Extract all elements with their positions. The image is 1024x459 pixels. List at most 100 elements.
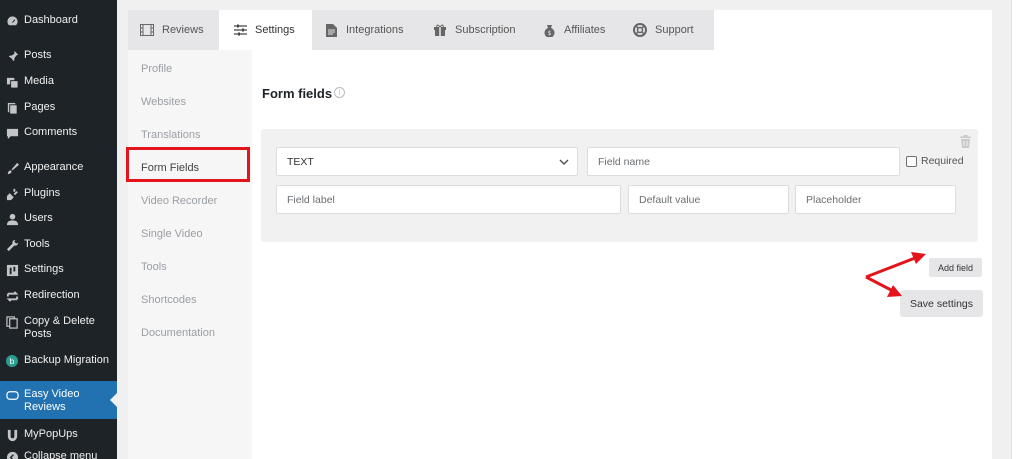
required-label: Required <box>921 155 964 167</box>
form-fields-highlight-box <box>126 147 250 182</box>
wp-menu-label: Comments <box>24 126 78 138</box>
field-type-value: TEXT <box>287 155 314 168</box>
wp-menu-pages[interactable]: Pages <box>0 101 117 117</box>
wp-menu-label: Copy & Delete Posts <box>24 315 95 340</box>
wp-menu-label: Backup Migration <box>24 354 109 366</box>
moneybag-icon: $ <box>542 23 556 37</box>
wp-menu-label: Appearance <box>24 161 84 173</box>
plugin-panel: Reviews Settings Integrations Subscripti… <box>126 10 992 459</box>
wp-menu-redirection[interactable]: Redirection <box>0 289 117 305</box>
tab-subscription[interactable]: Subscription <box>421 10 530 50</box>
default-value-placeholder: Default value <box>639 193 701 206</box>
video-icon <box>5 388 19 402</box>
wp-menu-label: Tools <box>24 238 50 250</box>
gift-icon <box>433 23 447 37</box>
field-name-placeholder: Field name <box>598 155 650 168</box>
wp-menu-label: Posts <box>24 49 52 61</box>
add-field-button[interactable]: Add field <box>929 258 982 277</box>
tab-reviews[interactable]: Reviews <box>128 10 219 50</box>
wp-menu-label: Redirection <box>24 289 80 301</box>
wrench-icon <box>5 238 19 252</box>
wp-menu-settings[interactable]: Settings <box>0 263 117 279</box>
collapse-icon <box>5 450 19 459</box>
pin-icon <box>5 49 19 63</box>
brush-icon <box>5 161 19 175</box>
scrollbar[interactable] <box>1011 0 1024 459</box>
required-checkbox[interactable]: Required <box>906 155 964 167</box>
redirect-icon <box>5 289 19 303</box>
form-field-card: TEXT Field name Required Field label Def… <box>261 129 978 242</box>
settings-icon <box>5 263 19 277</box>
field-type-select[interactable]: TEXT <box>276 147 578 176</box>
plugin-icon <box>5 187 19 201</box>
wp-menu-posts[interactable]: Posts <box>0 49 117 65</box>
wp-admin-sidebar: Dashboard Posts Media Pages Comments App… <box>0 0 117 459</box>
chevron-down-icon <box>559 157 569 169</box>
checkbox-square[interactable] <box>906 155 917 167</box>
dashboard-icon <box>5 14 19 28</box>
tab-bar: Reviews Settings Integrations Subscripti… <box>128 10 992 50</box>
backup-icon: b <box>5 354 19 368</box>
tab-label: Settings <box>255 24 295 36</box>
default-value-input[interactable]: Default value <box>628 185 789 214</box>
placeholder-input[interactable]: Placeholder <box>795 185 956 214</box>
user-icon <box>5 212 19 226</box>
tab-label: Support <box>655 24 694 36</box>
trash-icon[interactable] <box>960 135 971 153</box>
sliders-icon <box>233 23 247 37</box>
copy-icon <box>5 315 19 329</box>
subnav-single-video[interactable]: Single Video <box>141 228 203 240</box>
media-icon <box>5 75 19 89</box>
document-icon <box>324 23 338 37</box>
field-name-input[interactable]: Field name <box>587 147 900 176</box>
tab-settings[interactable]: Settings <box>219 10 312 50</box>
comment-icon <box>5 126 19 140</box>
subnav-video-recorder[interactable]: Video Recorder <box>141 195 217 207</box>
subnav-tools[interactable]: Tools <box>141 261 167 273</box>
save-settings-button[interactable]: Save settings <box>900 290 983 317</box>
placeholder-placeholder: Placeholder <box>806 193 862 206</box>
wp-menu-label: Collapse menu <box>24 450 98 459</box>
wp-menu-label: Dashboard <box>24 14 78 26</box>
wp-menu-appearance[interactable]: Appearance <box>0 161 117 177</box>
pages-icon <box>5 101 19 115</box>
field-label-input[interactable]: Field label <box>276 185 621 214</box>
popup-icon <box>5 428 19 442</box>
tab-label: Affiliates <box>564 24 606 36</box>
wp-menu-users[interactable]: Users <box>0 212 117 228</box>
wp-menu-backup-migration[interactable]: b Backup Migration <box>0 354 117 370</box>
tab-integrations[interactable]: Integrations <box>312 10 421 50</box>
wp-menu-plugins[interactable]: Plugins <box>0 187 117 203</box>
film-icon <box>140 23 154 37</box>
wp-menu-mypopups[interactable]: MyPopUps <box>0 428 117 444</box>
wp-menu-easy-video-reviews[interactable]: Easy Video Reviews <box>0 381 117 419</box>
subnav-translations[interactable]: Translations <box>141 129 201 141</box>
svg-text:$: $ <box>547 30 551 37</box>
wp-menu-label: Users <box>24 212 53 224</box>
subnav-profile[interactable]: Profile <box>141 63 172 75</box>
wp-menu-collapse[interactable]: Collapse menu <box>0 450 117 459</box>
wp-menu-label: MyPopUps <box>24 428 78 440</box>
tab-support[interactable]: Support <box>623 10 714 50</box>
wp-menu-media[interactable]: Media <box>0 75 117 91</box>
svg-text:b: b <box>9 357 14 366</box>
wp-menu-label: Pages <box>24 101 56 113</box>
wp-menu-copy-delete-posts[interactable]: Copy & Delete Posts <box>0 315 117 343</box>
wp-menu-label: Media <box>24 75 54 87</box>
subnav-documentation[interactable]: Documentation <box>141 327 215 339</box>
wp-menu-dashboard[interactable]: Dashboard <box>0 14 117 30</box>
subnav-shortcodes[interactable]: Shortcodes <box>141 294 197 306</box>
wp-menu-comments[interactable]: Comments <box>0 126 117 142</box>
wp-menu-label: Plugins <box>24 187 61 199</box>
wp-menu-label: Settings <box>24 263 64 275</box>
tab-label: Subscription <box>455 24 516 36</box>
field-label-placeholder: Field label <box>287 193 335 206</box>
subnav-websites[interactable]: Websites <box>141 96 186 108</box>
tab-affiliates[interactable]: $ Affiliates <box>530 10 623 50</box>
wp-menu-label: Easy Video Reviews <box>24 388 80 413</box>
wp-menu-tools[interactable]: Tools <box>0 238 117 254</box>
tab-label: Integrations <box>346 24 404 36</box>
info-icon[interactable]: i <box>334 87 345 98</box>
tab-label: Reviews <box>162 24 204 36</box>
page-title: Form fields <box>262 86 333 101</box>
